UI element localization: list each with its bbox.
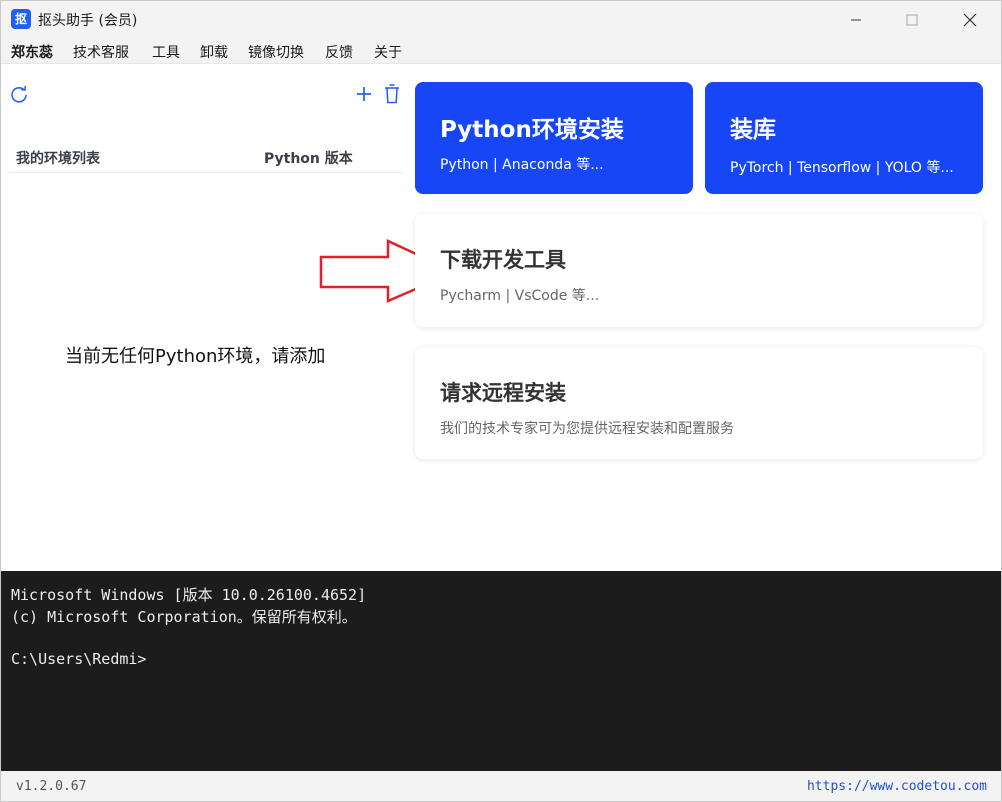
app-window: 抠 抠头助手 (会员) 郑东蕊 技术客服 工具 卸载 镜像切换 反馈 关于 我的… [0,0,1002,802]
trash-icon[interactable] [382,83,402,105]
minimize-icon [851,19,861,21]
python-install-card[interactable]: Python环境安装 Python | Anaconda 等... [415,82,693,194]
menu-item-support[interactable]: 技术客服 [73,42,129,62]
menu-item-mirror[interactable]: 镜像切换 [248,42,304,62]
card-title: Python环境安装 [440,117,624,143]
close-button[interactable] [947,1,993,39]
website-link[interactable]: https://www.codetou.com [807,779,987,794]
install-library-card[interactable]: 装库 PyTorch | Tensorflow | YOLO 等... [705,82,983,194]
add-env-plus-icon[interactable] [354,84,374,104]
card-subtitle: 我们的技术专家可为您提供远程安装和配置服务 [440,421,734,437]
remote-install-card[interactable]: 请求远程安装 我们的技术专家可为您提供远程安装和配置服务 [415,347,983,459]
python-version-header: Python 版本 [264,151,353,167]
status-bar: v1.2.0.67 https://www.codetou.com [1,771,1001,801]
maximize-icon [906,14,918,26]
terminal-line: (c) Microsoft Corporation。保留所有权利。 [11,608,357,626]
title-bar: 抠 抠头助手 (会员) [1,1,1001,39]
terminal-console[interactable]: Microsoft Windows [版本 10.0.26100.4652] (… [1,571,1001,771]
card-title: 下载开发工具 [440,248,566,272]
list-divider [9,172,403,173]
card-title: 装库 [730,117,776,143]
close-icon [963,13,977,27]
menu-user[interactable]: 郑东蕊 [11,42,53,62]
card-subtitle: Python | Anaconda 等... [440,157,604,173]
minimize-button[interactable] [833,1,879,39]
version-label: v1.2.0.67 [16,779,87,794]
card-subtitle: Pycharm | VsCode 等... [440,288,600,304]
maximize-button[interactable] [889,1,935,39]
terminal-prompt: C:\Users\Redmi> [11,650,147,668]
card-title: 请求远程安装 [440,381,566,405]
card-subtitle: PyTorch | Tensorflow | YOLO 等... [730,160,954,176]
environment-panel: 我的环境列表 Python 版本 当前无任何Python环境，请添加 [1,64,409,570]
empty-env-message: 当前无任何Python环境，请添加 [65,346,326,367]
menu-bar: 郑东蕊 技术客服 工具 卸载 镜像切换 反馈 关于 [1,39,1001,64]
env-list-header: 我的环境列表 [16,151,100,167]
menu-item-feedback[interactable]: 反馈 [325,42,353,62]
app-logo-icon: 抠 [11,9,31,29]
refresh-icon[interactable] [9,84,29,104]
window-title: 抠头助手 (会员) [38,13,138,29]
menu-item-about[interactable]: 关于 [374,42,402,62]
menu-item-uninstall[interactable]: 卸载 [200,42,228,62]
menu-item-tools[interactable]: 工具 [152,42,180,62]
terminal-line: Microsoft Windows [版本 10.0.26100.4652] [11,586,367,604]
dev-tools-card[interactable]: 下载开发工具 Pycharm | VsCode 等... [415,214,983,327]
